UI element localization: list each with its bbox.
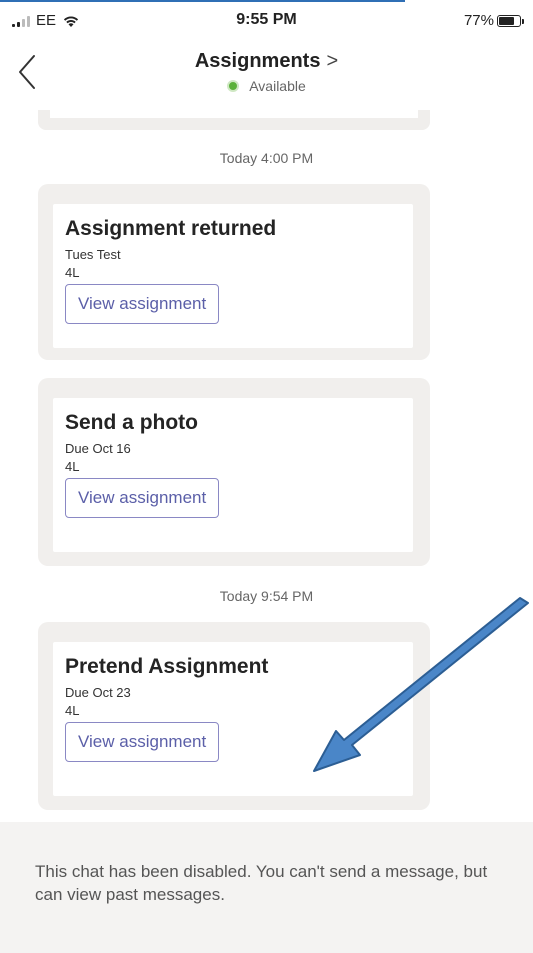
previous-card-body (50, 110, 418, 118)
assignment-class: 4L (65, 459, 80, 474)
view-assignment-button[interactable]: View assignment (65, 478, 220, 518)
chat-disabled-message: This chat has been disabled. You can't s… (35, 862, 488, 904)
presence-status: Available (0, 78, 533, 94)
title-chevron-icon: > (326, 50, 339, 72)
presence-label: Available (249, 78, 306, 94)
assignment-subtitle: Due Oct 16 (65, 441, 131, 456)
chat-title[interactable]: Assignments > (0, 50, 533, 73)
assignment-title: Assignment returned (65, 217, 277, 240)
assignment-class: 4L (65, 265, 80, 280)
view-assignment-button[interactable]: View assignment (65, 284, 220, 324)
assignment-card-body: Assignment returned Tues Test 4L View as… (53, 204, 413, 348)
view-assignment-button[interactable]: View assignment (65, 722, 220, 762)
chat-title-text: Assignments (194, 50, 321, 72)
status-right: 77% (463, 12, 524, 29)
battery-percent: 77% (463, 12, 494, 29)
assignment-title: Send a photo (65, 411, 198, 434)
annotation-arrow-icon (313, 597, 529, 772)
message-timestamp: Today 4:00 PM (219, 150, 314, 166)
battery-icon (497, 14, 524, 27)
assignment-subtitle: Tues Test (65, 247, 121, 262)
status-bar: EE 9:55 PM 77% (0, 8, 533, 34)
assignment-card: Send a photo Due Oct 16 4L View assignme… (38, 378, 430, 566)
presence-dot-icon (227, 80, 240, 92)
assignment-card-body: Send a photo Due Oct 16 4L View assignme… (53, 398, 413, 552)
chat-header: Assignments > Available (0, 40, 533, 110)
assignment-card: Assignment returned Tues Test 4L View as… (38, 184, 430, 360)
screenshot-top-edge (0, 0, 405, 2)
clock: 9:55 PM (236, 11, 297, 28)
previous-card-partial (38, 110, 430, 130)
battery-level (499, 16, 515, 25)
chat-disabled-banner: This chat has been disabled. You can't s… (0, 822, 533, 953)
